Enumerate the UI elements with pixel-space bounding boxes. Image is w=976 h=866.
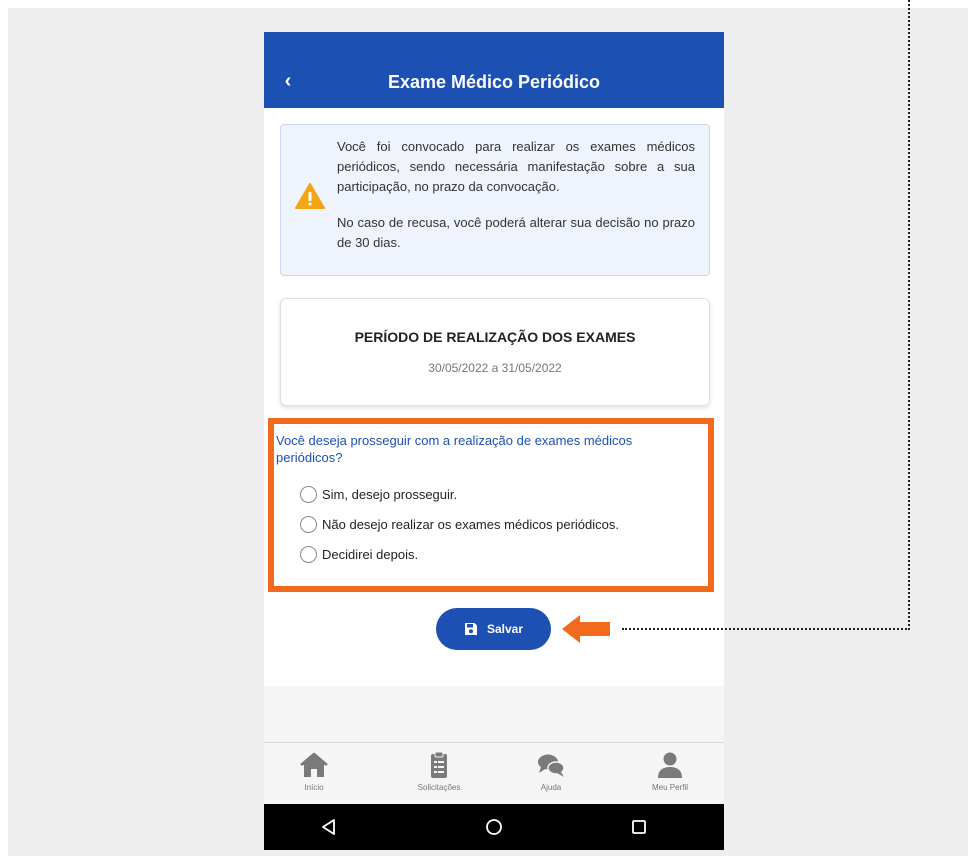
save-button-label: Salvar <box>486 622 524 636</box>
nav-item-inicio[interactable]: Início <box>274 751 354 792</box>
clipboard-icon <box>431 751 447 778</box>
warning-icon <box>295 183 325 209</box>
exam-period-card: PERÍODO DE REALIZAÇÃO DOS EXAMES 30/05/2… <box>280 298 710 406</box>
nav-item-ajuda[interactable]: Ajuda <box>511 751 591 792</box>
radio-option-no[interactable]: Não desejo realizar os exames médicos pe… <box>300 514 619 534</box>
nav-label: Ajuda <box>540 783 562 792</box>
nav-item-solicitacoes[interactable]: Solicitações <box>399 751 479 792</box>
floppy-disk-icon <box>464 623 477 635</box>
triangle-back-icon[interactable] <box>319 817 339 837</box>
radio-button[interactable] <box>300 545 317 563</box>
bottom-navigation: Início Solicitações Ajuda Meu Perfil <box>264 742 724 804</box>
arrow-left-icon <box>562 615 610 643</box>
android-system-bar <box>264 804 724 850</box>
home-icon <box>300 752 328 777</box>
radio-option-yes[interactable]: Sim, desejo prosseguir. <box>300 484 457 504</box>
callout-dotted-line-vertical <box>908 0 910 626</box>
circle-home-icon[interactable] <box>484 817 504 837</box>
nav-item-meu-perfil[interactable]: Meu Perfil <box>630 751 710 792</box>
callout-dotted-line-horizontal <box>622 628 910 630</box>
app-header: ‹ Exame Médico Periódico <box>264 32 724 108</box>
radio-button[interactable] <box>300 485 317 503</box>
nav-label: Início <box>304 783 324 792</box>
user-icon <box>658 752 682 778</box>
period-title: PERÍODO DE REALIZAÇÃO DOS EXAMES <box>354 329 636 345</box>
radio-label: Decidirei depois. <box>322 546 419 562</box>
nav-label: Meu Perfil <box>651 783 688 792</box>
phone-screen: ‹ Exame Médico Periódico Você foi convoc… <box>264 32 724 850</box>
question-label: Você deseja prosseguir com a realização … <box>276 433 633 465</box>
alert-paragraph-convocation: Você foi convocado para realizar os exam… <box>337 139 695 194</box>
save-button[interactable]: Salvar <box>436 608 551 650</box>
radio-label: Sim, desejo prosseguir. <box>322 486 458 502</box>
square-recents-icon[interactable] <box>629 817 649 837</box>
info-alert: Você foi convocado para realizar os exam… <box>280 124 710 276</box>
main-content: Você foi convocado para realizar os exam… <box>264 108 724 686</box>
nav-label: Solicitações <box>417 783 461 792</box>
page-title: Exame Médico Periódico <box>387 72 601 92</box>
period-dates: 30/05/2022 a 31/05/2022 <box>428 361 562 375</box>
participation-question: Você deseja prosseguir com a realização … <box>268 418 714 592</box>
alert-paragraph-refusal: No caso de recusa, você poderá alterar s… <box>337 215 695 250</box>
radio-option-later[interactable]: Decidirei depois. <box>300 544 418 564</box>
chat-bubbles-icon <box>538 754 565 777</box>
radio-label: Não desejo realizar os exames médicos pe… <box>322 516 619 532</box>
radio-button[interactable] <box>300 515 317 533</box>
